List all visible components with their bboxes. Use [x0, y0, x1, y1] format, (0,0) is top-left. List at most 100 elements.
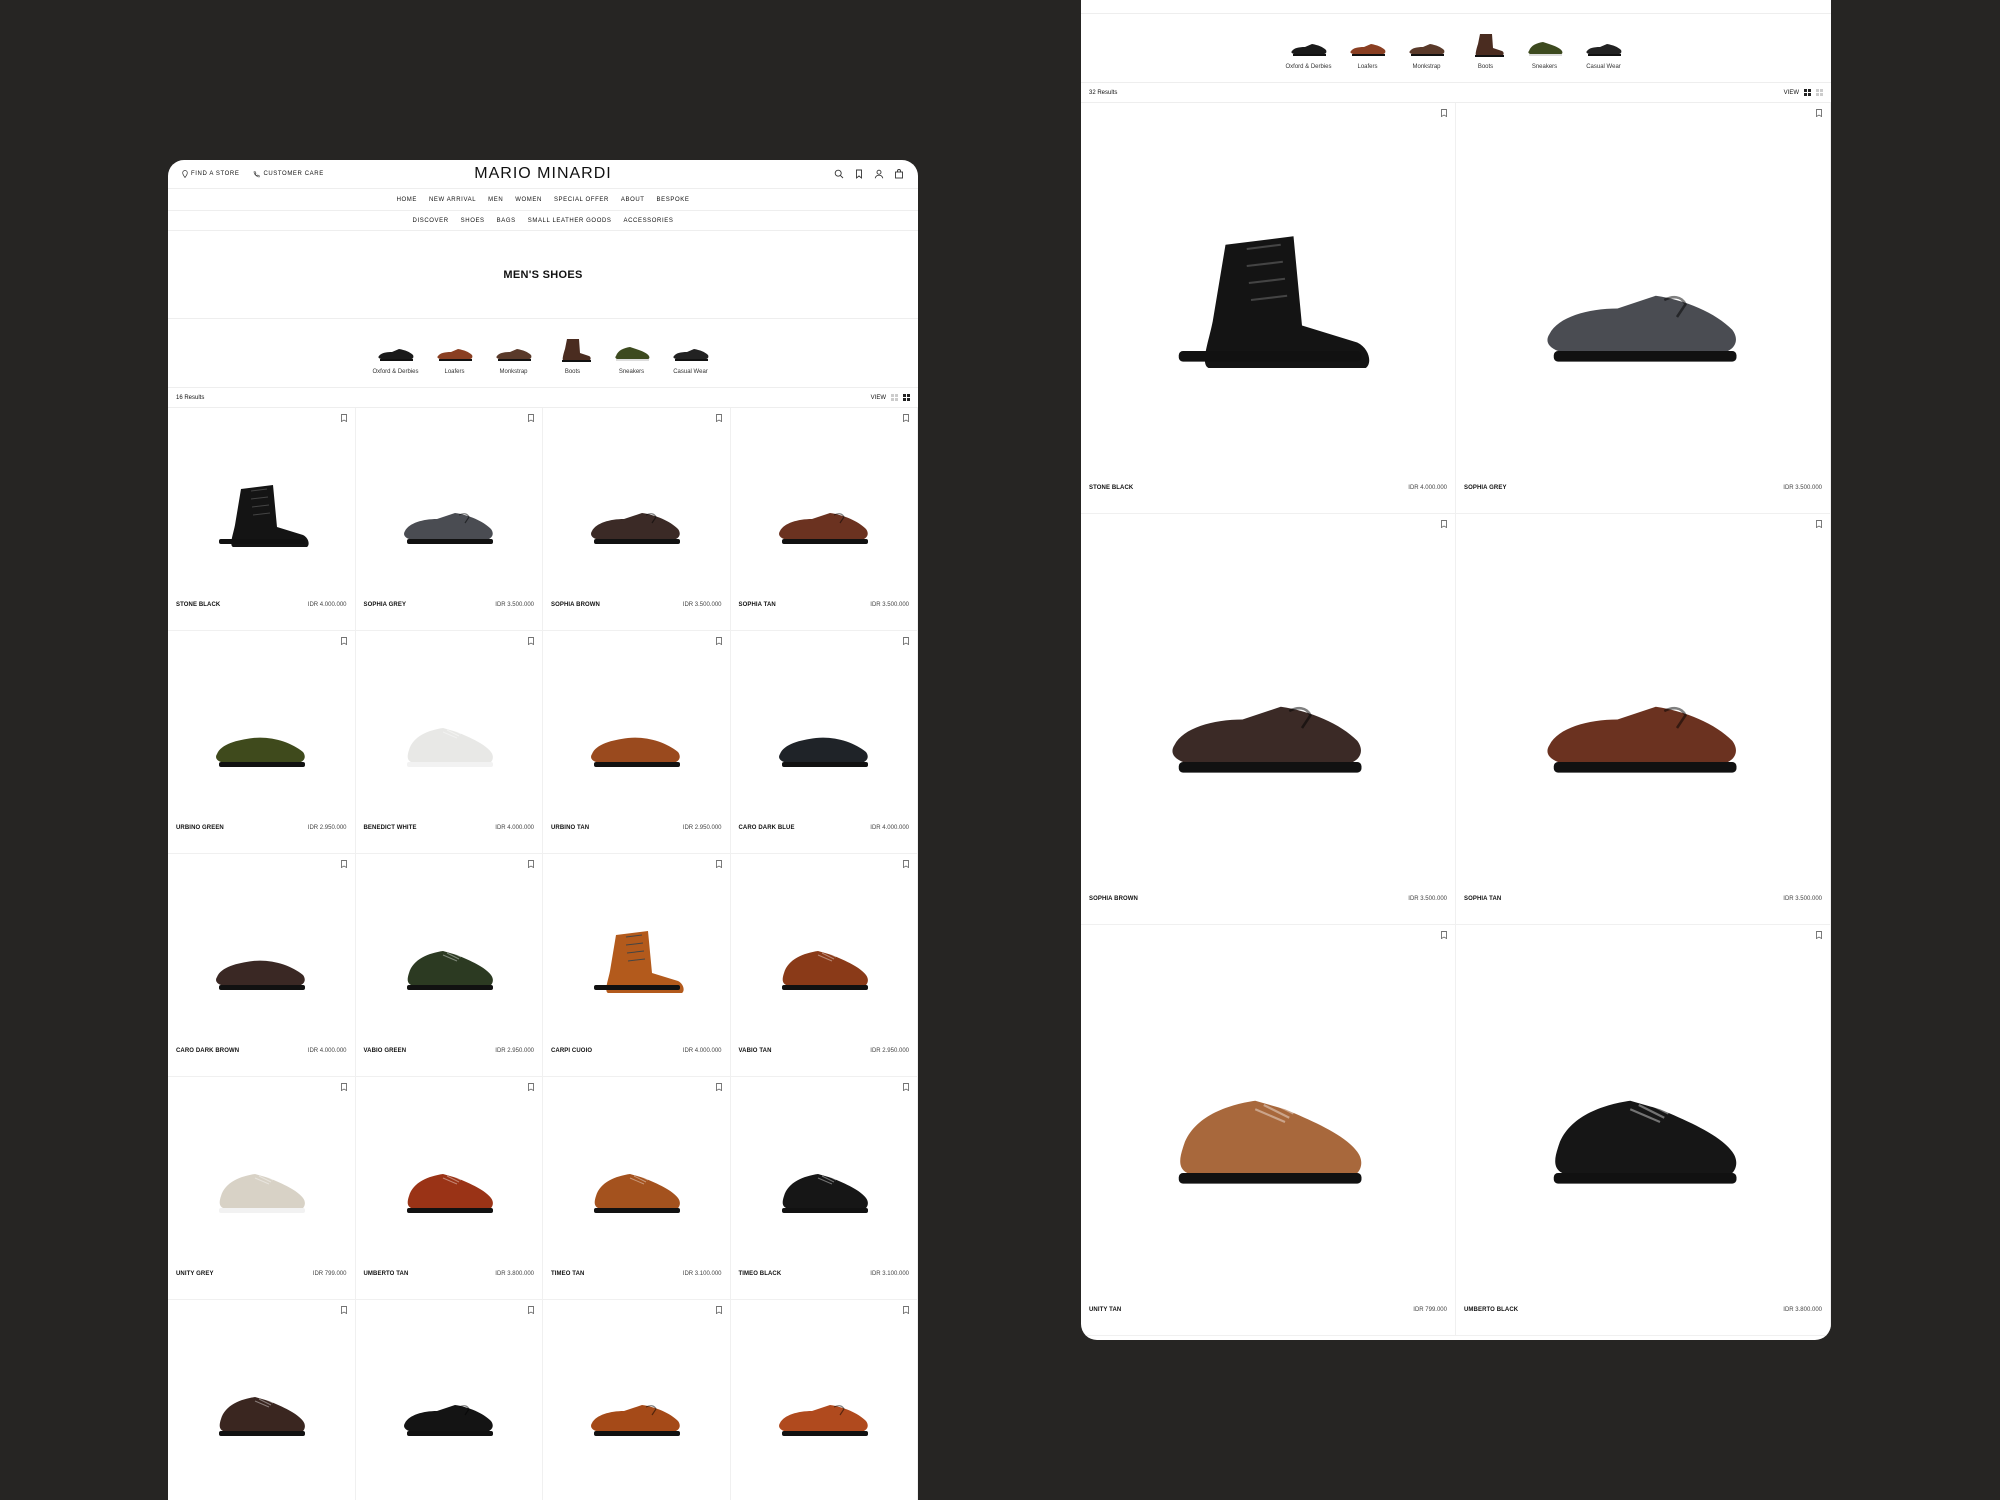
grid-4-icon[interactable] — [903, 394, 910, 401]
product-image[interactable] — [1128, 1037, 1408, 1207]
product-image[interactable] — [1503, 626, 1783, 796]
bookmark-icon[interactable] — [903, 414, 909, 422]
product-card[interactable]: URBINO TAN IDR 2.950.000 — [543, 631, 731, 854]
product-card[interactable]: CARO DARK BROWN IDR 4.000.000 — [168, 854, 356, 1077]
product-card[interactable]: TIMEO TAN IDR 3.100.000 — [543, 1077, 731, 1300]
product-name[interactable]: URBINO TAN — [551, 825, 589, 831]
search-icon[interactable] — [834, 169, 844, 179]
nav-about[interactable]: ABOUT — [621, 197, 645, 203]
product-name[interactable]: SOPHIA GREY — [364, 602, 407, 608]
nav-women[interactable]: WOMEN — [515, 197, 542, 203]
bookmark-icon[interactable] — [528, 1083, 534, 1091]
category-casual-wear[interactable]: Casual Wear — [668, 337, 713, 375]
bookmark-icon[interactable] — [1816, 931, 1822, 939]
category-monkstrap[interactable]: Monkstrap — [1404, 32, 1449, 70]
category-casual-wear[interactable]: Casual Wear — [1581, 32, 1626, 70]
product-image[interactable] — [754, 1144, 894, 1224]
product-card[interactable]: CARPI CUOIO IDR 4.000.000 — [543, 854, 731, 1077]
product-card[interactable] — [168, 1300, 356, 1500]
bookmark-icon[interactable] — [1441, 931, 1447, 939]
product-card[interactable]: UMBERTO BLACK IDR 3.800.000 — [1456, 925, 1831, 1336]
category-monkstrap[interactable]: Monkstrap — [491, 337, 536, 375]
bookmark-icon[interactable] — [854, 169, 864, 179]
grid-2-icon[interactable] — [1804, 89, 1811, 96]
product-card[interactable]: UMBERTO TAN IDR 3.800.000 — [355, 1077, 543, 1300]
category-oxford-derbies[interactable]: Oxford & Derbies — [372, 337, 419, 375]
product-card[interactable] — [543, 1300, 731, 1500]
product-name[interactable]: BENEDICT WHITE — [364, 825, 417, 831]
bookmark-icon[interactable] — [340, 1306, 347, 1314]
product-name[interactable]: STONE BLACK — [1089, 485, 1133, 491]
bookmark-icon[interactable] — [340, 414, 347, 422]
product-card[interactable]: URBINO GREEN IDR 2.950.000 — [168, 631, 356, 854]
product-image[interactable] — [754, 475, 894, 555]
product-image[interactable] — [379, 698, 519, 778]
product-card[interactable]: VABIO GREEN IDR 2.950.000 — [355, 854, 543, 1077]
product-name[interactable]: SOPHIA TAN — [1464, 896, 1501, 902]
product-card[interactable]: SOPHIA BROWN IDR 3.500.000 — [1081, 514, 1456, 925]
bookmark-icon[interactable] — [340, 860, 347, 868]
category-boots[interactable]: Boots — [1463, 32, 1508, 70]
product-image[interactable] — [1128, 215, 1408, 385]
bookmark-icon[interactable] — [715, 637, 722, 645]
product-card[interactable] — [356, 1300, 543, 1500]
product-image[interactable] — [379, 921, 519, 1001]
product-image[interactable] — [191, 475, 331, 555]
product-name[interactable]: SOPHIA GREY — [1464, 485, 1507, 491]
subnav-small-leather-goods[interactable]: SMALL LEATHER GOODS — [528, 218, 612, 224]
product-card[interactable]: SOPHIA BROWN IDR 3.500.000 — [543, 408, 731, 631]
product-name[interactable]: CARPI CUOIO — [551, 1048, 592, 1054]
product-name[interactable]: VABIO TAN — [739, 1048, 772, 1054]
product-image[interactable] — [1503, 1037, 1783, 1207]
product-card[interactable]: BENEDICT WHITE IDR 4.000.000 — [355, 631, 543, 854]
bookmark-icon[interactable] — [340, 637, 347, 645]
product-image[interactable] — [566, 1144, 706, 1224]
product-card[interactable]: VABIO TAN IDR 2.950.000 — [730, 854, 918, 1077]
grid-4-icon[interactable] — [1816, 89, 1823, 96]
category-oxford-derbies[interactable]: Oxford & Derbies — [1285, 32, 1332, 70]
product-name[interactable]: SOPHIA TAN — [739, 602, 776, 608]
account-icon[interactable] — [874, 169, 884, 179]
category-boots[interactable]: Boots — [550, 337, 595, 375]
product-image[interactable] — [1128, 626, 1408, 796]
grid-2-icon[interactable] — [891, 394, 898, 401]
bookmark-icon[interactable] — [903, 860, 909, 868]
category-loafers[interactable]: Loafers — [432, 337, 477, 375]
product-image[interactable] — [566, 698, 706, 778]
product-image[interactable] — [566, 475, 706, 555]
product-name[interactable]: TIMEO TAN — [551, 1271, 584, 1277]
subnav-accessories[interactable]: ACCESSORIES — [624, 218, 674, 224]
bookmark-icon[interactable] — [1441, 520, 1447, 528]
product-name[interactable]: UMBERTO TAN — [364, 1271, 409, 1277]
category-loafers[interactable]: Loafers — [1345, 32, 1390, 70]
product-card[interactable]: CARO DARK BLUE IDR 4.000.000 — [730, 631, 918, 854]
bookmark-icon[interactable] — [528, 860, 534, 868]
product-name[interactable]: SOPHIA BROWN — [1089, 896, 1138, 902]
product-name[interactable]: VABIO GREEN — [364, 1048, 407, 1054]
product-name[interactable]: STONE BLACK — [176, 602, 220, 608]
shopping-bag-icon[interactable] — [894, 169, 904, 179]
bookmark-icon[interactable] — [715, 414, 722, 422]
bookmark-icon[interactable] — [1816, 520, 1822, 528]
product-card[interactable]: TIMEO BLACK IDR 3.100.000 — [730, 1077, 918, 1300]
category-sneakers[interactable]: Sneakers — [609, 337, 654, 375]
product-name[interactable]: URBINO GREEN — [176, 825, 224, 831]
product-card[interactable]: SOPHIA TAN IDR 3.500.000 — [730, 408, 918, 631]
category-sneakers[interactable]: Sneakers — [1522, 32, 1567, 70]
bookmark-icon[interactable] — [903, 1083, 909, 1091]
bookmark-icon[interactable] — [1441, 109, 1447, 117]
product-image[interactable] — [754, 921, 894, 1001]
nav-men[interactable]: MEN — [488, 197, 503, 203]
product-name[interactable]: UNITY TAN — [1089, 1307, 1121, 1313]
product-name[interactable]: CARO DARK BROWN — [176, 1048, 239, 1054]
bookmark-icon[interactable] — [903, 637, 909, 645]
nav-new-arrival[interactable]: NEW ARRIVAL — [429, 197, 476, 203]
customer-care-link[interactable]: CUSTOMER CARE — [253, 170, 323, 178]
product-image[interactable] — [754, 698, 894, 778]
bookmark-icon[interactable] — [528, 1306, 534, 1314]
product-card[interactable]: STONE BLACK IDR 4.000.000 — [168, 408, 356, 631]
product-image[interactable] — [191, 1144, 331, 1224]
subnav-bags[interactable]: BAGS — [497, 218, 516, 224]
product-image[interactable] — [1503, 215, 1783, 385]
product-card[interactable] — [731, 1300, 918, 1500]
